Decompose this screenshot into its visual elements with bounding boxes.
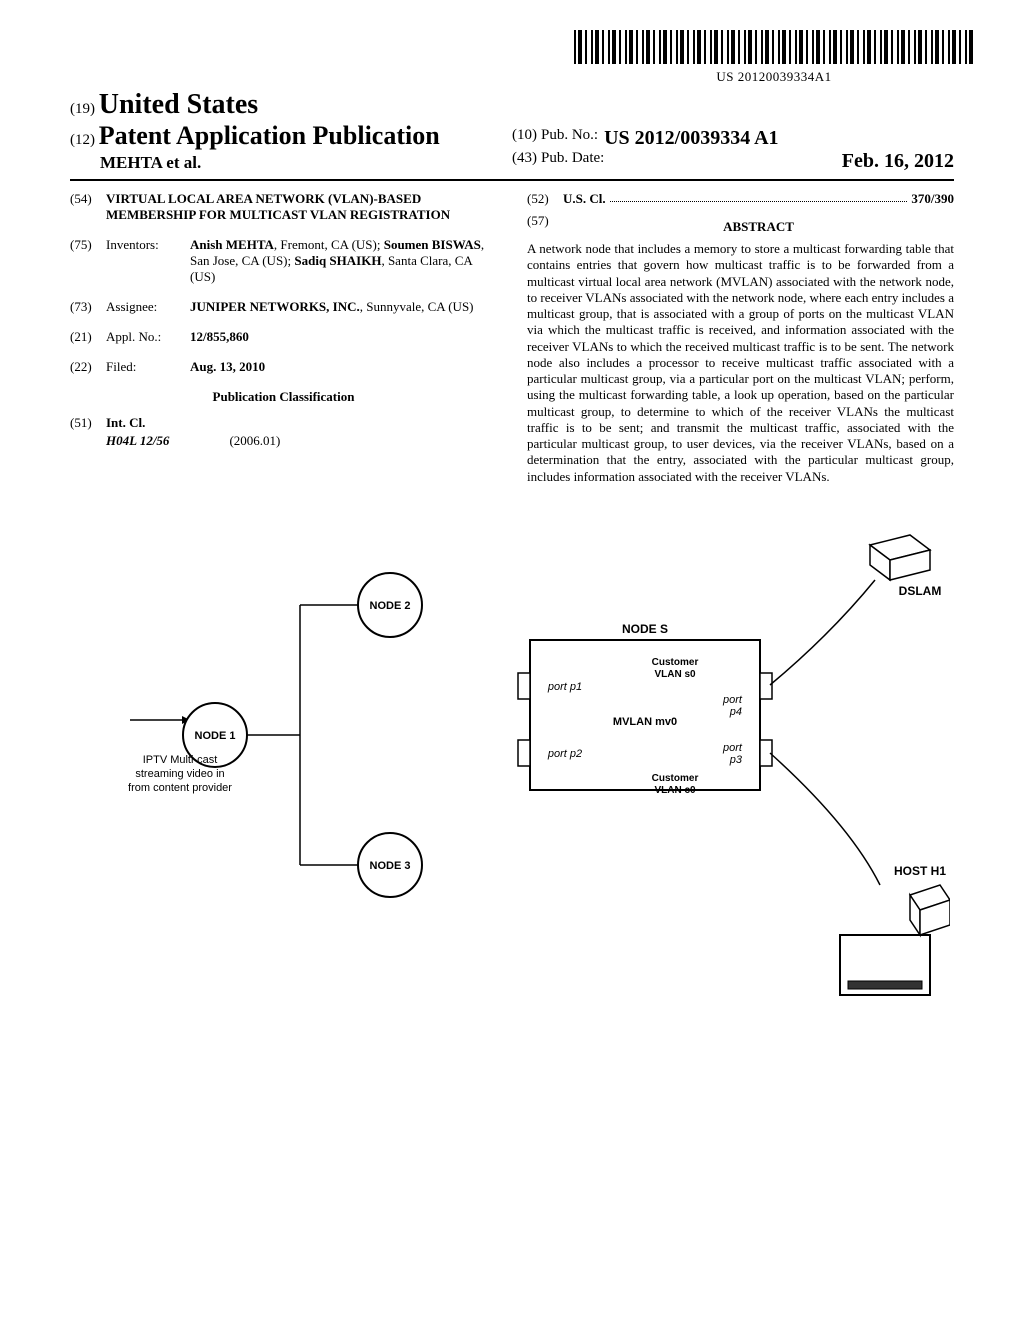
svg-text:port: port [722,742,743,754]
title-code: (54) [70,191,106,223]
inventors-value: Anish MEHTA, Fremont, CA (US); Soumen BI… [190,237,497,285]
network-diagram-icon: NODE 1 NODE 2 NODE 3 IPTV Multi-cast str… [70,525,950,1005]
country-name: United States [99,89,258,120]
barcode-icon [574,30,974,64]
svg-text:p3: p3 [729,754,743,766]
svg-text:from content provider: from content provider [128,782,232,794]
applno-label: Appl. No.: [106,329,190,345]
intcl-value: H04L 12/56(2006.01) [106,433,497,449]
dotted-leader [610,191,908,202]
figure: NODE 1 NODE 2 NODE 3 IPTV Multi-cast str… [70,525,954,1005]
svg-text:port p1: port p1 [547,681,582,693]
assignee-code: (73) [70,299,106,315]
barcode-block: US 20120039334A1 [70,30,974,85]
svg-text:IPTV Multi-cast: IPTV Multi-cast [143,754,218,766]
svg-text:Customer: Customer [652,657,699,668]
pub-date-label: Pub. Date: [541,150,604,173]
filed-value: Aug. 13, 2010 [190,359,497,375]
svg-text:port p2: port p2 [547,748,582,760]
svg-text:p4: p4 [729,706,742,718]
pub-type-code: (12) [70,132,95,148]
assignee-label: Assignee: [106,299,190,315]
svg-text:NODE 1: NODE 1 [195,730,236,742]
uscl-code: (52) [527,191,563,207]
pub-date-code: (43) [512,150,537,173]
divider-thick [70,179,954,181]
inventors-code: (75) [70,237,106,285]
pub-no-label: Pub. No.: [541,127,598,150]
applno-code: (21) [70,329,106,345]
applicant-line: MEHTA et al. [70,153,512,173]
pub-no-value: US 2012/0039334 A1 [604,127,778,150]
uscl-label: U.S. Cl. [563,191,606,207]
filed-label: Filed: [106,359,190,375]
svg-text:NODE S: NODE S [622,622,668,636]
inventors-label: Inventors: [106,237,190,285]
barcode-number: US 20120039334A1 [574,69,974,85]
pub-date-value: Feb. 16, 2012 [842,150,954,173]
intcl-code: (51) [70,415,106,431]
svg-text:streaming video in: streaming video in [135,768,224,780]
pub-type: Patent Application Publication [99,121,440,150]
applno-value: 12/855,860 [190,329,497,345]
svg-text:Customer: Customer [652,773,699,784]
svg-text:port: port [722,694,743,706]
svg-text:NODE 2: NODE 2 [370,600,411,612]
pub-no-code: (10) [512,127,537,150]
abstract-heading: ABSTRACT [563,219,954,235]
svg-text:VLAN c0: VLAN c0 [654,785,696,796]
intcl-label: Int. Cl. [106,415,497,431]
svg-text:NODE 3: NODE 3 [370,860,411,872]
invention-title: VIRTUAL LOCAL AREA NETWORK (VLAN)-BASED … [106,191,497,223]
svg-text:HOST H1: HOST H1 [894,864,946,878]
header: (19) United States (12) Patent Applicati… [70,89,954,173]
abstract-code: (57) [527,213,563,241]
uscl-value: 370/390 [911,191,954,207]
svg-text:VLAN s0: VLAN s0 [654,669,696,680]
bibliographic-data: (54) VIRTUAL LOCAL AREA NETWORK (VLAN)-B… [70,191,954,485]
svg-text:DSLAM: DSLAM [899,584,942,598]
abstract-text: A network node that includes a memory to… [527,241,954,485]
country-code: (19) [70,101,95,117]
pub-class-heading: Publication Classification [70,389,497,405]
assignee-value: JUNIPER NETWORKS, INC., Sunnyvale, CA (U… [190,299,497,315]
filed-code: (22) [70,359,106,375]
svg-text:MVLAN mv0: MVLAN mv0 [613,716,677,728]
